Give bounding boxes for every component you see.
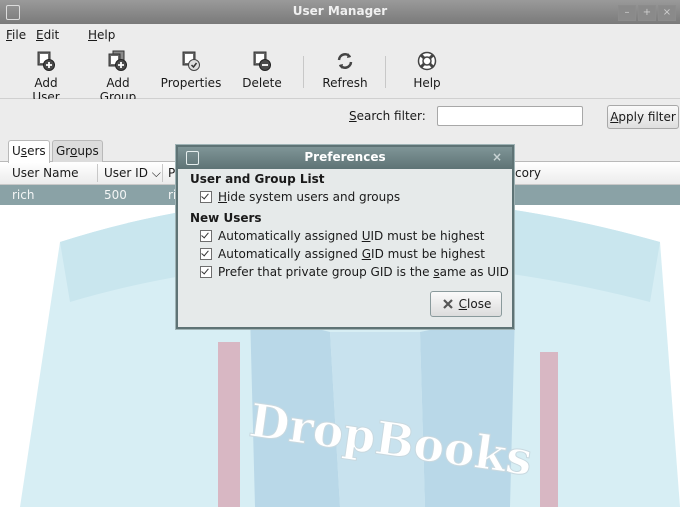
section-user-group-list: User and Group List (190, 172, 325, 186)
cell-user-name: rich (12, 188, 35, 202)
checkbox-checked-icon[interactable] (200, 191, 212, 203)
toolbar-separator (303, 56, 304, 88)
cell-user-id: 500 (104, 188, 127, 202)
add-user-icon (35, 50, 57, 72)
dialog-close-icon[interactable]: × (492, 150, 502, 164)
refresh-label: Refresh (322, 76, 368, 90)
checkbox-checked-icon[interactable] (200, 248, 212, 260)
search-filter-label: Search filter: (349, 109, 426, 123)
properties-icon (180, 50, 202, 72)
dialog-title: Preferences (304, 150, 386, 164)
col-user-id[interactable]: User ID ⌵ (104, 166, 161, 181)
menu-edit[interactable]: Edit (36, 28, 59, 42)
help-button[interactable]: Help (410, 50, 444, 90)
toolbar-separator (385, 56, 386, 88)
search-row: Search filter: Apply filter (0, 99, 680, 137)
properties-label: Properties (160, 76, 222, 90)
preferences-dialog: Preferences × User and Group List Hide s… (176, 145, 514, 329)
apply-filter-button[interactable]: Apply filter (607, 105, 679, 129)
tab-groups[interactable]: Groups (52, 140, 103, 162)
refresh-button[interactable]: Refresh (320, 50, 370, 90)
col-primary-group[interactable]: P (168, 166, 175, 180)
close-button-label: Close (458, 297, 492, 311)
toolbar: Add User Add Group Properties Delete Ref… (0, 46, 680, 104)
column-separator (97, 164, 98, 182)
delete-button[interactable]: Delete (240, 50, 284, 90)
window-titlebar: User Manager – + × (0, 0, 680, 24)
help-label: Help (413, 76, 441, 90)
properties-button[interactable]: Properties (160, 50, 222, 90)
col-user-name[interactable]: User Name (12, 166, 79, 180)
private-gid-same-checkbox[interactable]: Prefer that private group GID is the sam… (200, 265, 509, 279)
window-title: User Manager (292, 4, 388, 18)
menu-help[interactable]: Help (88, 28, 115, 42)
checkbox-checked-icon[interactable] (200, 266, 212, 278)
add-group-button[interactable]: Add Group (88, 50, 148, 104)
window-controls: – + × (618, 5, 676, 21)
hide-system-label: Hide system users and groups (218, 190, 401, 204)
close-button[interactable]: Close (430, 291, 502, 317)
maximize-button[interactable]: + (638, 5, 656, 21)
tab-users[interactable]: Users (8, 140, 50, 163)
menubar: File Edit Help (0, 24, 680, 46)
gid-highest-label: Automatically assigned GID must be highe… (218, 247, 486, 261)
menu-file[interactable]: File (6, 28, 26, 42)
uid-highest-label: Automatically assigned UID must be highe… (218, 229, 485, 243)
col-home-directory[interactable]: cory (515, 166, 541, 180)
close-x-icon (441, 297, 455, 311)
close-window-button[interactable]: × (658, 5, 676, 21)
private-gid-same-label: Prefer that private group GID is the sam… (218, 265, 509, 279)
uid-highest-checkbox[interactable]: Automatically assigned UID must be highe… (200, 229, 485, 243)
delete-label: Delete (242, 76, 282, 90)
help-lifebuoy-icon (416, 50, 438, 72)
search-filter-input[interactable] (437, 106, 583, 126)
dialog-titlebar: Preferences × (178, 147, 512, 169)
gid-highest-checkbox[interactable]: Automatically assigned GID must be highe… (200, 247, 485, 261)
add-group-icon (107, 50, 129, 72)
delete-icon (251, 50, 273, 72)
refresh-icon (334, 50, 356, 72)
minimize-button[interactable]: – (618, 5, 636, 21)
column-separator (162, 164, 163, 182)
add-user-button[interactable]: Add User (20, 50, 72, 104)
hide-system-checkbox[interactable]: Hide system users and groups (200, 190, 400, 204)
section-new-users: New Users (190, 211, 262, 225)
checkbox-checked-icon[interactable] (200, 230, 212, 242)
